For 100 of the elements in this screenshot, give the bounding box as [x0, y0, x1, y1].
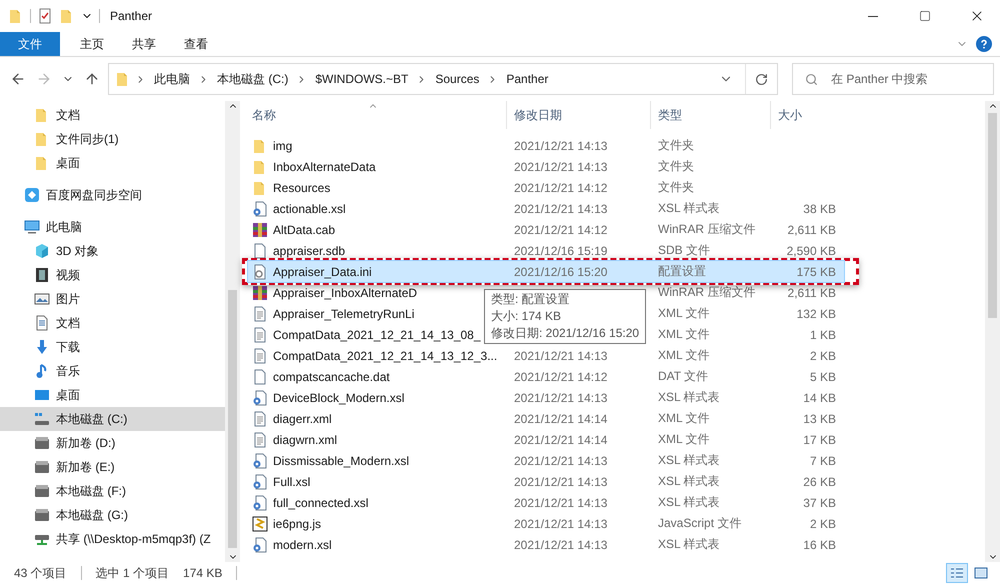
scroll-thumb[interactable]	[228, 290, 237, 548]
column-header[interactable]: 类型	[650, 101, 770, 129]
file-size: 17 KB	[802, 432, 836, 446]
breadcrumb[interactable]: 此电脑	[150, 70, 194, 88]
drive-icon	[34, 483, 50, 499]
file-type: 文件夹	[657, 158, 695, 175]
file-name: diagwrn.xml	[273, 432, 338, 446]
help-icon[interactable]	[976, 36, 992, 52]
column-header[interactable]: 修改日期	[506, 101, 650, 129]
stylesheet-file-icon	[252, 390, 268, 406]
modified-date: 2021/12/21 14:13	[513, 348, 608, 362]
details-view-button[interactable]	[946, 563, 968, 583]
text-file-icon	[252, 348, 268, 364]
item-count: 43 个项目	[14, 564, 67, 582]
file-name: appraiser.sdb	[273, 244, 346, 258]
file-size: 2 KB	[808, 348, 836, 362]
file-name: actionable.xsl	[273, 202, 346, 216]
file-type: JavaScript 文件	[657, 515, 742, 532]
ribbon-tab[interactable]: 文件	[0, 32, 60, 56]
modified-date: 2021/12/21 14:14	[513, 432, 608, 446]
breadcrumb[interactable]: Sources	[431, 72, 484, 86]
sidebar-item[interactable]: 百度网盘同步空间	[0, 183, 225, 207]
file-type: XSL 样式表	[657, 536, 721, 553]
file-type: 文件夹	[657, 179, 695, 196]
cube-icon	[34, 243, 50, 259]
sidebar-item[interactable]: 视频	[0, 263, 225, 287]
column-header[interactable]: 大小	[770, 101, 850, 129]
sidebar-item[interactable]: 文档	[0, 311, 225, 335]
picture-icon	[34, 291, 50, 307]
selection-count: 选中 1 个项目	[96, 564, 170, 582]
settings-file-icon	[252, 264, 268, 280]
sidebar-item[interactable]: 下载	[0, 335, 225, 359]
sidebar-item[interactable]: 文档	[0, 103, 225, 127]
cloud-drive-icon	[24, 187, 40, 203]
tooltip-text: 修改日期: 2021/12/16 15:20	[491, 326, 640, 341]
ribbon-tab[interactable]: 主页	[66, 32, 118, 56]
modified-date: 2021/12/21 14:13	[513, 538, 608, 552]
sidebar-item[interactable]: 新加卷 (E:)	[0, 455, 225, 479]
file-name: DeviceBlock_Modern.xsl	[273, 390, 404, 404]
ribbon-tab[interactable]: 共享	[118, 32, 170, 56]
sidebar-item[interactable]: 图片	[0, 287, 225, 311]
tooltip-text: 类型: 配置设置	[491, 292, 571, 307]
file-type: XSL 样式表	[657, 389, 721, 406]
breadcrumb[interactable]: Panther	[502, 72, 552, 86]
address-bar[interactable]: 此电脑 本地磁盘 (C:) $WINDOWS.~BT Sources Panther	[108, 63, 778, 95]
sidebar-item[interactable]: 共享 (\\Desktop-m5mqp3f) (Z	[0, 527, 225, 551]
sidebar-item[interactable]: 本地磁盘 (C:)	[0, 407, 225, 431]
search-field[interactable]: 在 Panther 中搜索	[792, 63, 994, 95]
text-file-icon	[252, 432, 268, 448]
file-icon	[252, 368, 268, 384]
file-size: 7 KB	[808, 454, 836, 468]
sidebar-item[interactable]: 此电脑	[0, 215, 225, 239]
stylesheet-file-icon	[252, 200, 268, 216]
breadcrumb[interactable]: $WINDOWS.~BT	[311, 72, 412, 86]
modified-date: 2021/12/21 14:12	[513, 180, 608, 194]
file-type: XML 文件	[657, 305, 711, 322]
scroll-thumb[interactable]	[988, 113, 997, 318]
properties-icon	[37, 8, 53, 24]
selected-file-row[interactable]: Appraiser_Data.ini 2021/12/16 15:20 配置设置 175 KB	[248, 261, 844, 282]
sidebar-item[interactable]: 新加卷 (D:)	[0, 431, 225, 455]
sidebar-item[interactable]: 音乐	[0, 359, 225, 383]
modified-date: 2021/12/16 15:20	[513, 264, 608, 278]
text-file-icon	[252, 306, 268, 322]
sidebar-item[interactable]: 文件同步(1)	[0, 127, 225, 151]
file-name: modern.xsl	[273, 538, 332, 552]
column-header[interactable]: 名称	[248, 101, 506, 129]
file-size: 26 KB	[802, 474, 836, 488]
file-size: 132 KB	[796, 306, 836, 320]
text-file-icon	[252, 326, 268, 342]
sidebar-item[interactable]: 桌面	[0, 151, 225, 175]
scrollbar[interactable]	[225, 101, 240, 562]
breadcrumb[interactable]: 本地磁盘 (C:)	[213, 70, 292, 88]
drive-icon	[34, 507, 50, 523]
sidebar-item[interactable]: 3D 对象	[0, 239, 225, 263]
file-type: XML 文件	[657, 326, 711, 343]
file-name: Resources	[273, 180, 330, 194]
stylesheet-file-icon	[252, 452, 268, 468]
file-name: full_connected.xsl	[273, 496, 368, 510]
modified-date: 2021/12/21 14:13	[513, 202, 608, 216]
desktop-icon	[34, 387, 50, 403]
modified-date: 2021/12/21 14:12	[513, 370, 608, 384]
tooltip-text: 大小: 174 KB	[491, 309, 562, 324]
stylesheet-file-icon	[252, 494, 268, 510]
modified-date: 2021/12/21 14:13	[513, 390, 608, 404]
file-type: XML 文件	[657, 410, 711, 427]
file-size: 37 KB	[802, 496, 836, 510]
file-type: XML 文件	[657, 431, 711, 448]
file-type: 文件夹	[657, 137, 695, 154]
file-size: 2,611 KB	[786, 222, 836, 236]
scrollbar[interactable]	[985, 101, 1000, 562]
selection-size: 174 KB	[183, 566, 222, 580]
file-name: InboxAlternateData	[273, 160, 376, 174]
stylesheet-file-icon	[252, 536, 268, 552]
sidebar-item[interactable]: 本地磁盘 (G:)	[0, 503, 225, 527]
ribbon-tab[interactable]: 查看	[170, 32, 222, 56]
file-size: 14 KB	[802, 390, 836, 404]
sidebar-item[interactable]: 本地磁盘 (F:)	[0, 479, 225, 503]
file-name: ie6png.js	[273, 516, 322, 530]
modified-date: 2021/12/21 14:13	[513, 160, 608, 174]
sidebar-item[interactable]: 桌面	[0, 383, 225, 407]
